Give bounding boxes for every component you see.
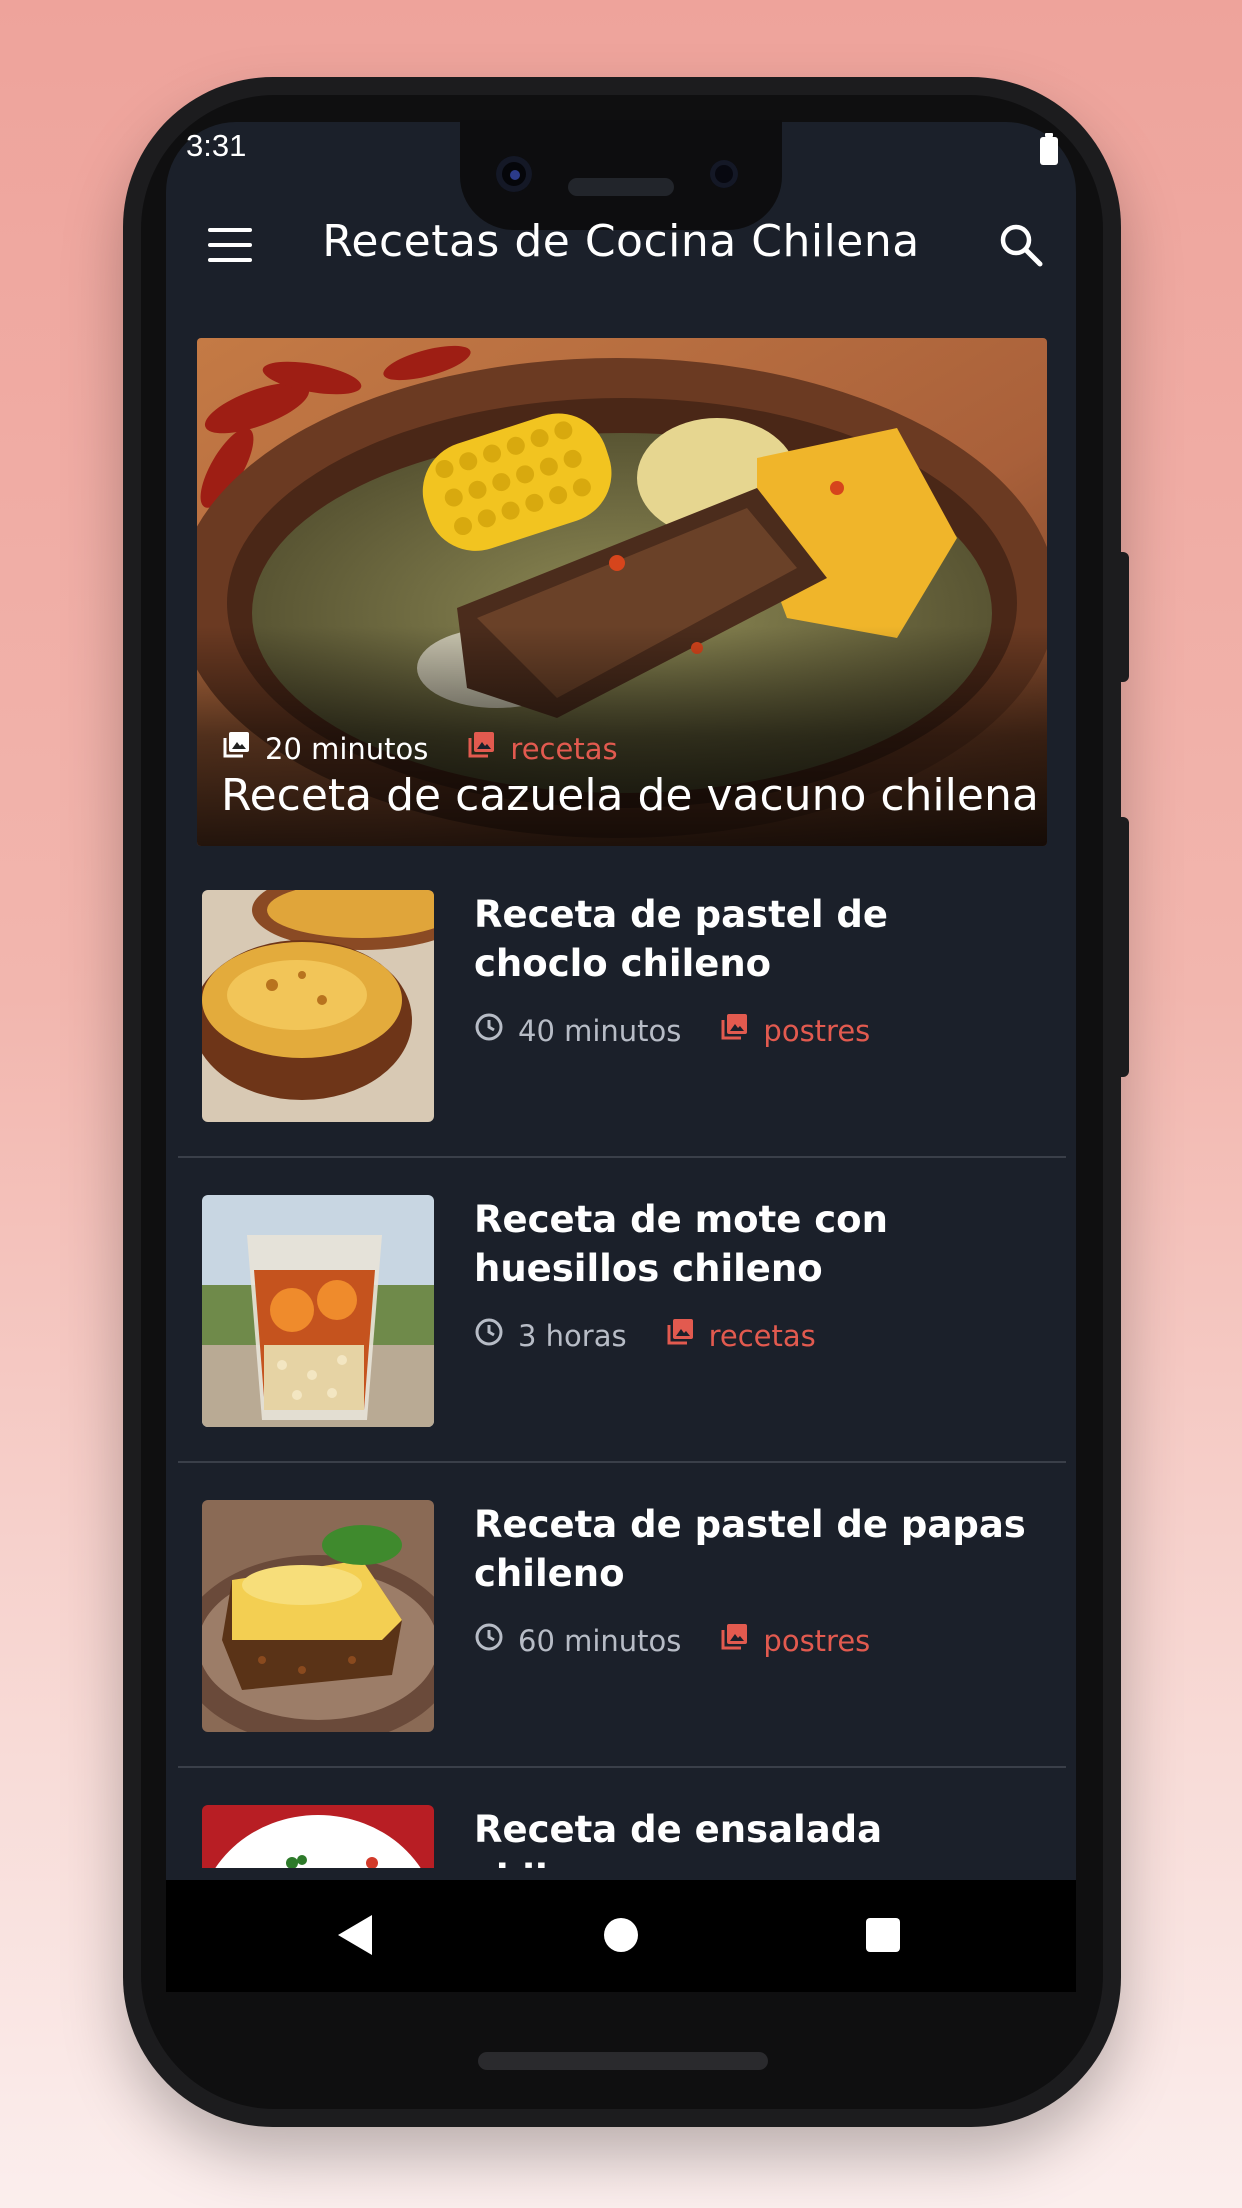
home-circle-icon[interactable] [604,1918,638,1952]
recipe-thumbnail [202,890,434,1122]
list-item[interactable]: Receta de pastel de choclo chileno 40 mi… [166,890,1076,1195]
recipe-title: Receta de pastel de choclo chileno [474,893,889,985]
recipe-thumbnail [202,1500,434,1732]
front-sensor-icon [710,160,738,188]
app-bar: Recetas de Cocina Chilena [166,190,1076,305]
featured-title[interactable]: Receta de cazuela de vacuno chilena [221,770,1039,821]
recipe-meta: 60 minutos postres [474,1622,870,1659]
search-icon[interactable] [996,220,1046,270]
recipe-category[interactable]: postres [763,1014,870,1048]
image-icon [665,1317,695,1354]
recipe-meta: 3 horas recetas [474,1317,816,1354]
image-icon [719,1012,749,1049]
image-icon [719,1622,749,1659]
system-nav-bar [166,1880,1076,1992]
recipe-thumbnail [202,1195,434,1427]
divider [178,1461,1066,1463]
divider [178,1766,1066,1768]
recipe-time: 40 minutos [518,1013,682,1048]
clock-icon [474,1317,504,1354]
recipe-time: 3 horas [518,1318,627,1353]
front-camera-icon [496,156,532,192]
list-item[interactable]: Receta de pastel de papas chileno 60 min… [166,1500,1076,1805]
recipe-meta: 40 minutos postres [474,1012,870,1049]
recipe-title: Receta de mote con huesillos chileno [474,1198,888,1290]
recipe-title: Receta de ensalada chilena [474,1808,883,1868]
featured-time: 20 minutos [265,731,429,766]
clock-icon [474,1622,504,1659]
recipe-category[interactable]: recetas [709,1319,816,1353]
divider [178,1156,1066,1158]
app-title: Recetas de Cocina Chilena [322,216,920,267]
clock-icon [474,1012,504,1049]
list-item[interactable]: Receta de ensalada chilena [166,1805,1076,1868]
recipe-time: 60 minutos [518,1623,682,1658]
phone-volume-button [1121,817,1129,1077]
recipe-category[interactable]: postres [763,1624,870,1658]
image-icon [466,730,496,767]
featured-recipe-card[interactable]: 20 minutos recetas Receta de cazuela de … [197,338,1047,846]
back-triangle-icon[interactable] [336,1913,376,1961]
featured-meta: 20 minutos recetas [221,730,618,767]
recents-square-icon[interactable] [866,1918,900,1952]
recipe-thumbnail [202,1805,434,1868]
status-time: 3:31 [186,128,247,163]
phone-power-button [1121,552,1129,682]
recipe-title: Receta de pastel de papas chileno [474,1503,1026,1595]
featured-category[interactable]: recetas [510,732,617,766]
image-icon [221,730,251,767]
phone-chin-grille [478,2052,768,2070]
battery-icon [1040,133,1058,165]
list-item[interactable]: Receta de mote con huesillos chileno 3 h… [166,1195,1076,1500]
